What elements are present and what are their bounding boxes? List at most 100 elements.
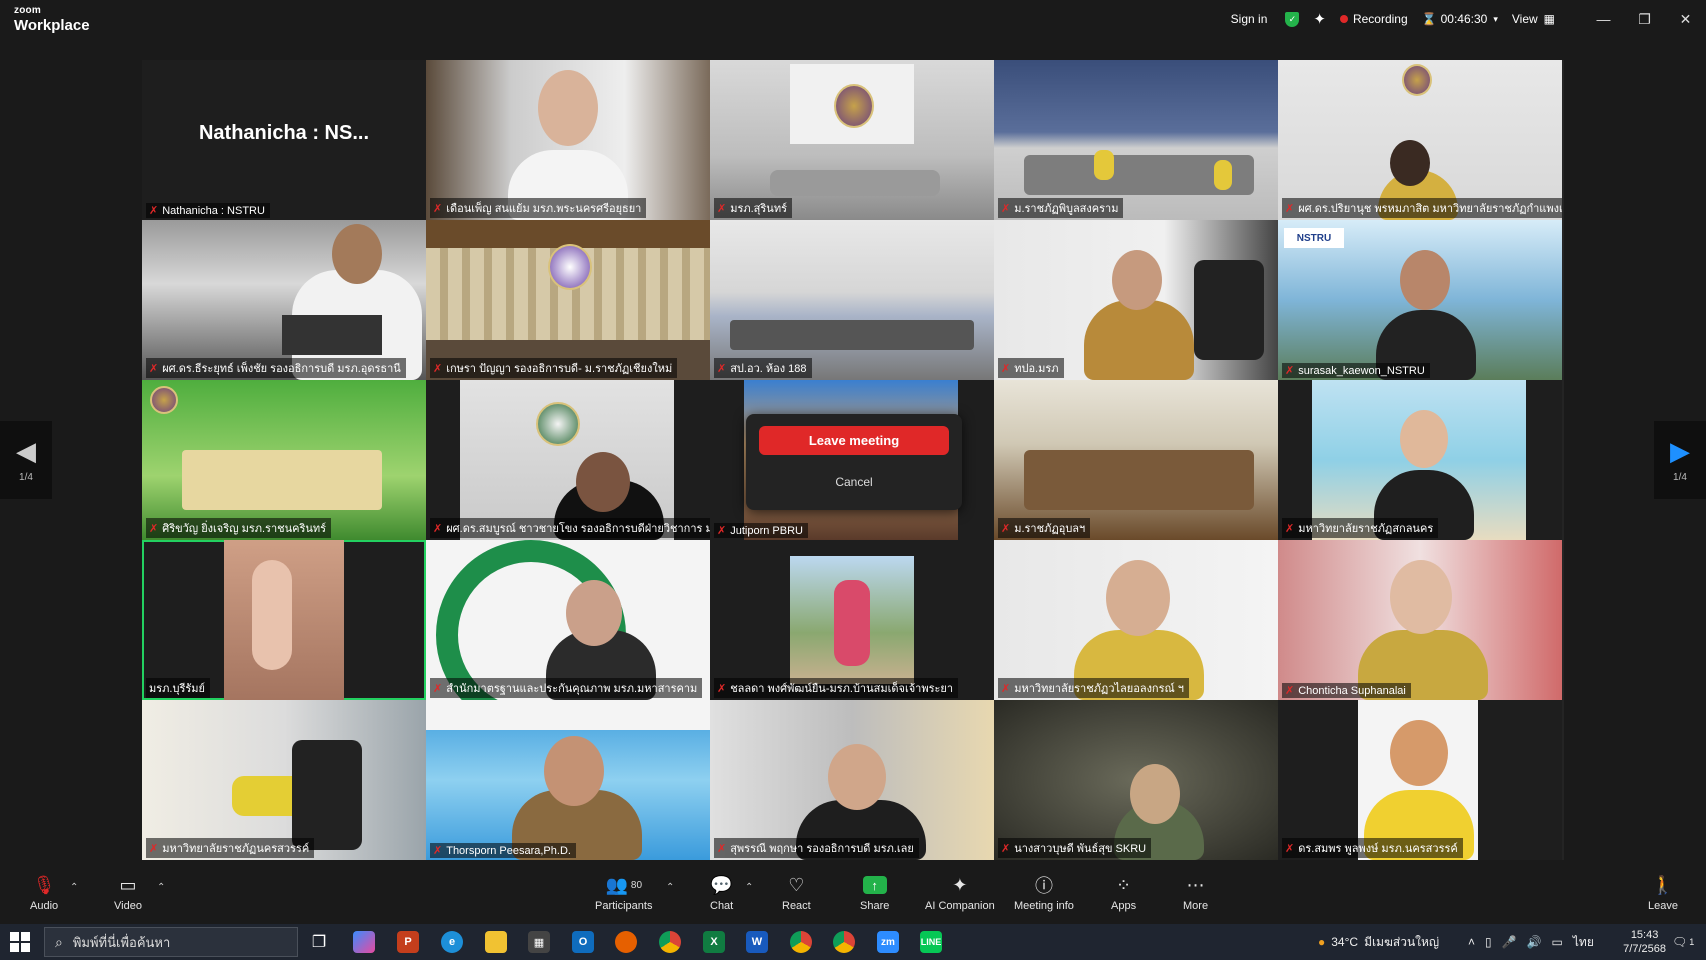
heart-icon: ♡ [788, 874, 805, 895]
powerpoint-icon[interactable]: P [397, 931, 419, 953]
participant-name: ✗ นางสาวบุษดี พันธ์สุข SKRU [998, 838, 1152, 858]
participant-tile-active-speaker[interactable]: มรภ.บุรีรัมย์ [142, 540, 426, 700]
restore-icon[interactable]: ❐ [1624, 0, 1665, 38]
store-icon[interactable]: ▦ [528, 931, 550, 953]
more-button[interactable]: ⋯ More [1183, 874, 1208, 913]
participant-tile[interactable]: ✗ ดร.สมพร พูลพงษ์ มรภ.นครสวรรค์ [1278, 700, 1562, 860]
meeting-info-button[interactable]: ⓘ Meeting info [1014, 874, 1074, 912]
input-language[interactable]: ไทย [1573, 933, 1594, 952]
previous-page-button[interactable]: ◀ 1/4 [0, 421, 52, 499]
participant-tile[interactable]: ✗ ม.ราชภัฏอุบลฯ [994, 380, 1278, 540]
clock-date: 7/7/2568 [1623, 943, 1666, 955]
react-button[interactable]: ♡ React [782, 874, 811, 913]
copilot-icon[interactable] [353, 931, 375, 953]
word-icon[interactable]: W [746, 931, 768, 953]
recording-indicator[interactable]: Recording [1339, 12, 1408, 26]
volume-icon[interactable]: 🔊 [1527, 935, 1542, 949]
participant-tile[interactable]: ✗ ศิริขวัญ ยิ่งเจริญ มรภ.ราชนครินทร์ [142, 380, 426, 540]
participants-button[interactable]: 👥 80 Participants [595, 874, 652, 913]
sign-in-link[interactable]: Sign in [1231, 12, 1268, 26]
encryption-shield-icon[interactable]: ✓ [1285, 11, 1300, 27]
participant-tile[interactable]: ✗ สำนักมาตรฐานและประกันคุณภาพ มรภ.มหาสารค… [426, 540, 710, 700]
next-page-button[interactable]: ▶ 1/4 [1654, 421, 1706, 499]
participant-tile[interactable]: NSTRU ✗ surasak_kaewon_NSTRU [1278, 220, 1562, 380]
monitor-icon[interactable]: ▭ [1552, 935, 1563, 949]
participants-options-chevron-icon[interactable]: ⌃ [666, 882, 674, 893]
close-icon[interactable]: ✕ [1665, 0, 1706, 38]
mic-muted-icon: ✗ [1285, 522, 1295, 535]
share-button[interactable]: ↑ Share [860, 874, 889, 912]
participant-tile[interactable]: ✗ มหาวิทยาลัยราชภัฏวไลยอลงกรณ์ ฯ [994, 540, 1278, 700]
task-view-icon[interactable]: ❐ [308, 931, 330, 953]
participant-tile[interactable]: ✗ ผศ.ดร.ธีระยุทธ์ เพ็งชัย รองอธิการบดี มร… [142, 220, 426, 380]
video-options-chevron-icon[interactable]: ⌃ [157, 882, 165, 893]
participant-name: ✗ ม.ราชภัฏอุบลฯ [998, 518, 1091, 538]
mic-muted-icon: ✗ [149, 362, 159, 375]
participant-tile[interactable]: ✗ ผศ.ดร.สมบูรณ์ ชาวชายโขง รองอธิการบดีฝ่า… [426, 380, 710, 540]
chrome-icon[interactable] [659, 931, 681, 953]
excel-icon[interactable]: X [703, 931, 725, 953]
leave-person-icon: 🚶 [1651, 874, 1675, 895]
notification-bell-icon: 🗨 [1672, 935, 1688, 949]
participant-tile[interactable]: ✗ Thorsporn Peesara,Ph.D. [426, 700, 710, 860]
university-emblem [834, 84, 874, 128]
participant-tile[interactable]: ✗ นางสาวบุษดี พันธ์สุข SKRU [994, 700, 1278, 860]
participant-tile[interactable]: ✗ Chonticha Suphanalai [1278, 540, 1562, 700]
weather-widget[interactable]: ● 34°C มีเมฆส่วนใหญ่ [1318, 924, 1439, 960]
participant-tile[interactable]: ✗ มรภ.สุรินทร์ [710, 60, 994, 220]
video-button[interactable]: ▭ Video [114, 874, 142, 913]
participant-name: ✗ สป.อว. ห้อง 188 [714, 358, 812, 378]
file-explorer-icon[interactable] [485, 931, 507, 953]
microphone-icon[interactable]: 🎤 [1502, 935, 1517, 949]
audio-button[interactable]: 🎙 Audio [30, 874, 58, 913]
participant-tile[interactable]: ✗ ชลลดา พงศ์พัฒน์ยืน-มรภ.บ้านสมเด็จเจ้าพร… [710, 540, 994, 700]
audio-options-chevron-icon[interactable]: ⌃ [70, 882, 78, 893]
network-icon[interactable]: ▯ [1485, 935, 1492, 949]
chrome-profile-icon[interactable] [833, 931, 855, 953]
participant-tile[interactable]: ✗ มหาวิทยาลัยราชภัฏสกลนคร [1278, 380, 1562, 540]
windows-start-icon[interactable] [10, 932, 30, 952]
cancel-button[interactable]: Cancel [759, 470, 949, 494]
hourglass-icon: ⌛ [1421, 12, 1437, 26]
participant-tile[interactable]: Nathanicha : NS... ✗ Nathanicha : NSTRU [142, 60, 426, 220]
ai-companion-button[interactable]: ✦ AI Companion [925, 874, 995, 913]
mic-muted-icon: ✗ [433, 682, 443, 695]
record-dot-icon [1339, 15, 1348, 23]
chat-button[interactable]: 💬 Chat [710, 874, 733, 913]
taskbar-clock[interactable]: 15:43 7/7/2568 [1623, 928, 1666, 956]
apps-button[interactable]: ⁘ Apps [1111, 874, 1136, 913]
view-button[interactable]: View ▦ [1512, 12, 1555, 26]
participant-tile[interactable]: ✗ มหาวิทยาลัยราชภัฏนครสวรรค์ [142, 700, 426, 860]
mic-muted-icon: ✗ [1285, 202, 1295, 215]
zoom-app-icon[interactable]: zm [877, 931, 899, 953]
chat-options-chevron-icon[interactable]: ⌃ [745, 882, 753, 893]
weather-sun-icon: ● [1318, 935, 1326, 949]
participant-tile[interactable]: ✗ ผศ.ดร.ปริยานุช พรหมภาสิต มหาวิทยาลัยราช… [1278, 60, 1562, 220]
edge-icon[interactable]: e [441, 931, 463, 953]
participant-tile[interactable]: ✗ เกษรา ปัญญา รองอธิการบดี- ม.ราชภัฏเชียง… [426, 220, 710, 380]
mic-muted-icon: ✗ [149, 205, 159, 217]
leave-label: Leave [1648, 900, 1678, 912]
participant-tile[interactable]: ✗ ม.ราชภัฏพิบูลสงคราม [994, 60, 1278, 220]
meeting-info-label: Meeting info [1014, 900, 1074, 912]
taskbar-search-box[interactable]: ⌕ พิมพ์ที่นี่เพื่อค้นหา [44, 927, 298, 957]
line-app-icon[interactable]: LINE [920, 931, 942, 953]
participant-tile[interactable]: ✗ ทปอ.มรภ [994, 220, 1278, 380]
firefox-icon[interactable] [615, 931, 637, 953]
mic-muted-icon: ✗ [149, 842, 159, 855]
mic-muted-icon: 🎙 [32, 874, 56, 895]
meeting-timer[interactable]: ⌛ 00:46:30 ▾ [1422, 12, 1498, 26]
leave-meeting-popup: Leave meeting Cancel [746, 414, 962, 510]
page-indicator: 1/4 [19, 471, 33, 483]
leave-button[interactable]: 🚶 Leave [1648, 874, 1678, 913]
chevron-up-icon[interactable]: ˄ [1468, 935, 1475, 949]
leave-meeting-button[interactable]: Leave meeting [759, 426, 949, 455]
chrome-profile-icon[interactable] [790, 931, 812, 953]
minimize-icon[interactable]: — [1583, 0, 1624, 38]
outlook-icon[interactable]: O [572, 931, 594, 953]
notifications-button[interactable]: 🗨 1 [1672, 924, 1694, 960]
sparkle-icon[interactable]: ✦ [1313, 10, 1326, 28]
participant-tile[interactable]: ✗ สุพรรณี พฤกษา รองอธิการบดี มรภ.เลย [710, 700, 994, 860]
participant-tile[interactable]: ✗ เดือนเพ็ญ สนแย้ม มรภ.พระนครศรีอยุธยา [426, 60, 710, 220]
participant-tile[interactable]: ✗ สป.อว. ห้อง 188 [710, 220, 994, 380]
